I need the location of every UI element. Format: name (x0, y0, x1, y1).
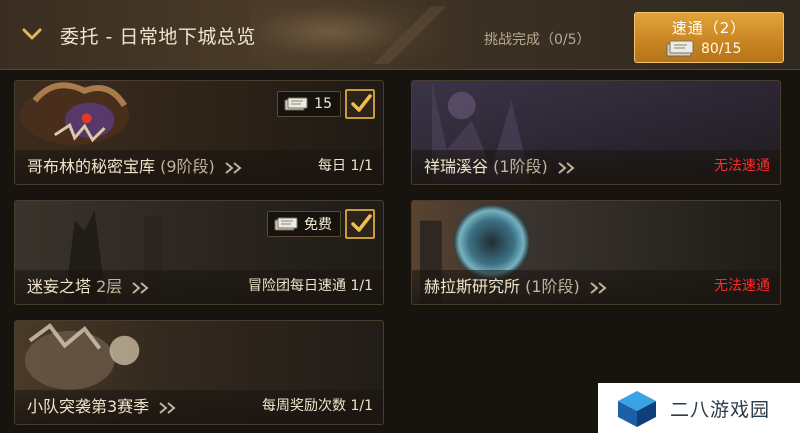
checkmark-icon (351, 214, 372, 232)
quick-clear-label: 速通（2） (671, 19, 747, 37)
page-title: 委托 - 日常地下城总览 (60, 26, 256, 48)
chevron-down-icon[interactable] (22, 27, 42, 41)
cost-badge: 免费 (267, 211, 341, 237)
ticket-icon (284, 97, 308, 110)
double-chevron-right-icon[interactable] (158, 401, 180, 414)
double-chevron-right-icon[interactable] (589, 281, 611, 294)
dungeon-status: 每周奖励次数 1/1 (262, 398, 373, 414)
quick-clear-button[interactable]: 速通（2） 80/15 (634, 12, 784, 63)
dungeon-card-tower[interactable]: 免费 迷妄之塔 2层 冒险团每日速通 1/1 (14, 200, 384, 305)
site-watermark: 二八游戏园 (598, 383, 800, 433)
header-decoration (330, 6, 490, 64)
dungeon-name: 祥瑞溪谷 (1阶段) (424, 153, 579, 177)
dungeon-card-goblin[interactable]: 15 哥布林的秘密宝库 (9阶段) 每日 1/1 (14, 80, 384, 185)
dungeon-status: 无法速通 (714, 158, 770, 174)
dungeon-card-helas[interactable]: 赫拉斯研究所 (1阶段) 无法速通 (411, 200, 781, 305)
dungeon-name: 赫拉斯研究所 (1阶段) (424, 273, 611, 297)
cube-logo-icon (618, 391, 656, 427)
dungeon-card-xiangrui[interactable]: 祥瑞溪谷 (1阶段) 无法速通 (411, 80, 781, 185)
double-chevron-right-icon[interactable] (224, 161, 246, 174)
header-bar: 委托 - 日常地下城总览 挑战完成（0/5） 速通（2） 80/15 (0, 0, 800, 70)
dungeon-name: 小队突袭第3赛季 (27, 393, 180, 417)
ticket-icon (666, 40, 694, 57)
challenge-progress: 挑战完成（0/5） (484, 32, 591, 48)
cost-value: 15 (314, 96, 332, 112)
dungeon-status: 每日 1/1 (318, 158, 373, 174)
ticket-icon (274, 217, 298, 230)
ticket-count: 80/15 (701, 41, 742, 57)
dungeon-status: 无法速通 (714, 278, 770, 294)
checkmark-icon (351, 94, 372, 112)
watermark-text: 二八游戏园 (670, 399, 771, 421)
double-chevron-right-icon[interactable] (557, 161, 579, 174)
select-checkbox[interactable] (345, 209, 375, 239)
dungeon-status: 冒险团每日速通 1/1 (248, 278, 373, 294)
cost-value: 免费 (304, 217, 332, 233)
dungeon-name: 哥布林的秘密宝库 (9阶段) (27, 153, 246, 177)
select-checkbox[interactable] (345, 89, 375, 119)
dungeon-card-raid[interactable]: 小队突袭第3赛季 每周奖励次数 1/1 (14, 320, 384, 425)
cost-badge: 15 (277, 91, 341, 117)
double-chevron-right-icon[interactable] (131, 281, 153, 294)
dungeon-name: 迷妄之塔 2层 (27, 273, 153, 297)
